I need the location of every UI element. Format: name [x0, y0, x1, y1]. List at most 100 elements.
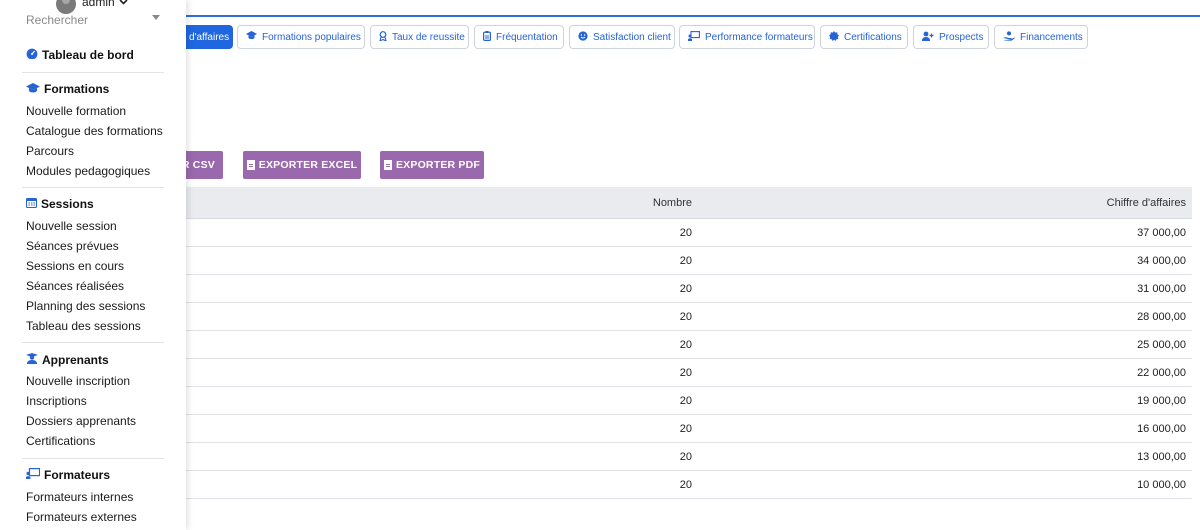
export-excel-label: EXPORTER EXCEL — [258, 159, 358, 171]
sidebar-item-sessions-en-cours[interactable]: Sessions en cours — [26, 259, 124, 273]
cell-chiffre-affaires: 34 000,00 — [1137, 255, 1186, 267]
sidebar-item-catalogue-formations[interactable]: Catalogue des formations — [26, 124, 163, 138]
dashboard-gauge-icon — [26, 48, 38, 62]
revenue-table: Nombre Chiffre d'affaires 20 37 000,00 20… — [160, 187, 1192, 499]
user-name: admin — [82, 0, 115, 9]
sidebar-item-parcours[interactable]: Parcours — [26, 144, 74, 158]
table-row: 20 31 000,00 — [160, 275, 1192, 303]
export-pdf-label: EXPORTER PDF — [395, 159, 481, 171]
sidebar-item-planning-sessions[interactable]: Planning des sessions — [26, 299, 145, 313]
tab-financements[interactable]: Financements — [994, 25, 1088, 49]
cell-nombre: 20 — [679, 423, 692, 435]
cell-chiffre-affaires: 31 000,00 — [1137, 283, 1186, 295]
sidebar-item-label: Tableau de bord — [42, 48, 134, 62]
tab-frequentation[interactable]: Fréquentation — [474, 25, 564, 49]
sidebar-item-seances-realisees[interactable]: Séances réalisées — [26, 279, 124, 293]
cell-chiffre-affaires: 37 000,00 — [1137, 227, 1186, 239]
award-icon — [379, 30, 387, 44]
sidebar-item-nouvelle-inscription[interactable]: Nouvelle inscription — [26, 374, 130, 388]
sidebar-item-formateurs-internes[interactable]: Formateurs internes — [26, 490, 133, 504]
file-pdf-icon — [383, 160, 392, 170]
tab-label: Satisfaction client — [593, 31, 671, 43]
table-body: 20 37 000,00 20 34 000,00 20 31 000,00 20 28… — [160, 219, 1192, 499]
cell-nombre: 20 — [679, 283, 692, 295]
sidebar-item-nouvelle-formation[interactable]: Nouvelle formation — [26, 104, 126, 118]
tab-chiffre-affaires[interactable]: d'affaires — [180, 25, 233, 49]
table-row: 20 19 000,00 — [160, 387, 1192, 415]
sidebar-section-formateurs[interactable]: Formateurs — [26, 468, 110, 482]
column-header-nombre[interactable]: Nombre — [653, 187, 692, 219]
divider — [22, 342, 164, 343]
sidebar-section-sessions[interactable]: Sessions — [25, 197, 94, 211]
table-row: 20 34 000,00 — [160, 247, 1192, 275]
cell-nombre: 20 — [679, 311, 692, 323]
table-row: 20 25 000,00 — [160, 331, 1192, 359]
tab-label: Financements — [1020, 31, 1083, 43]
smile-icon — [578, 30, 588, 44]
table-row: 20 16 000,00 — [160, 415, 1192, 443]
tab-label: Formations populaires — [262, 31, 361, 43]
export-excel-button[interactable]: EXPORTER EXCEL — [243, 151, 361, 179]
table-row: 20 10 000,00 — [160, 471, 1192, 499]
tab-certifications[interactable]: Certifications — [820, 25, 908, 49]
cell-nombre: 20 — [679, 395, 692, 407]
chevron-down-icon — [119, 0, 128, 7]
sidebar-item-certifications[interactable]: Certifications — [26, 434, 95, 448]
sidebar-item-tableau-sessions[interactable]: Tableau des sessions — [26, 319, 141, 333]
section-title-label: Formateurs — [44, 468, 111, 482]
tab-label: Performance formateurs — [705, 31, 813, 43]
sidebar-item-dashboard[interactable]: Tableau de bord — [26, 48, 134, 62]
export-csv-label: R CSV — [181, 159, 215, 171]
divider — [22, 458, 164, 459]
tab-label: d'affaires — [189, 31, 230, 43]
cell-chiffre-affaires: 22 000,00 — [1137, 367, 1186, 379]
cell-chiffre-affaires: 25 000,00 — [1137, 339, 1186, 351]
sidebar-item-seances-prevues[interactable]: Séances prévues — [26, 239, 119, 253]
tab-formations-populaires[interactable]: Formations populaires — [237, 25, 365, 49]
chalkboard-teacher-icon — [26, 468, 41, 482]
cell-chiffre-affaires: 13 000,00 — [1137, 451, 1186, 463]
user-graduate-icon — [26, 353, 38, 367]
cell-nombre: 20 — [679, 451, 692, 463]
caret-down-icon[interactable] — [152, 13, 160, 22]
search-input[interactable] — [26, 13, 146, 27]
header-accent-line — [186, 15, 1200, 17]
cell-nombre: 20 — [679, 255, 692, 267]
tab-satisfaction-client[interactable]: Satisfaction client — [569, 25, 675, 49]
table-row: 20 28 000,00 — [160, 303, 1192, 331]
chalkboard-teacher-icon — [688, 30, 700, 44]
cell-nombre: 20 — [679, 227, 692, 239]
sidebar-item-modules-pedagogiques[interactable]: Modules pedagogiques — [26, 164, 150, 178]
cell-nombre: 20 — [679, 367, 692, 379]
sidebar: admin Tableau de bord Formations Nouvell… — [0, 0, 186, 530]
sidebar-item-formateurs-externes[interactable]: Formateurs externes — [26, 510, 137, 524]
cell-chiffre-affaires: 28 000,00 — [1137, 311, 1186, 323]
tab-label: Certifications — [844, 31, 902, 43]
user-menu[interactable]: admin — [56, 0, 128, 14]
sidebar-item-nouvelle-session[interactable]: Nouvelle session — [26, 219, 117, 233]
cell-nombre: 20 — [679, 339, 692, 351]
table-header: Nombre Chiffre d'affaires — [160, 187, 1192, 219]
tab-taux-reussite[interactable]: Taux de reussite — [370, 25, 469, 49]
tab-label: Taux de reussite — [392, 31, 465, 43]
column-header-chiffre-affaires[interactable]: Chiffre d'affaires — [1107, 187, 1186, 219]
export-pdf-button[interactable]: EXPORTER PDF — [380, 151, 484, 179]
calendar-icon — [25, 197, 38, 211]
sidebar-item-dossiers-apprenants[interactable]: Dossiers apprenants — [26, 414, 136, 428]
file-excel-icon — [246, 160, 255, 170]
table-row: 20 37 000,00 — [160, 219, 1192, 247]
tab-performance-formateurs[interactable]: Performance formateurs — [679, 25, 815, 49]
sidebar-item-inscriptions[interactable]: Inscriptions — [26, 394, 87, 408]
user-plus-icon — [922, 31, 934, 44]
table-row: 20 13 000,00 — [160, 443, 1192, 471]
divider — [22, 72, 164, 73]
cell-nombre: 20 — [679, 479, 692, 491]
sidebar-section-formations[interactable]: Formations — [26, 82, 109, 96]
cell-chiffre-affaires: 10 000,00 — [1137, 479, 1186, 491]
section-title-label: Formations — [44, 82, 110, 96]
sidebar-section-apprenants[interactable]: Apprenants — [26, 353, 109, 367]
sidebar-search — [26, 11, 162, 27]
tab-label: Prospects — [939, 31, 984, 43]
section-title-label: Apprenants — [42, 353, 109, 367]
tab-prospects[interactable]: Prospects — [913, 25, 989, 49]
